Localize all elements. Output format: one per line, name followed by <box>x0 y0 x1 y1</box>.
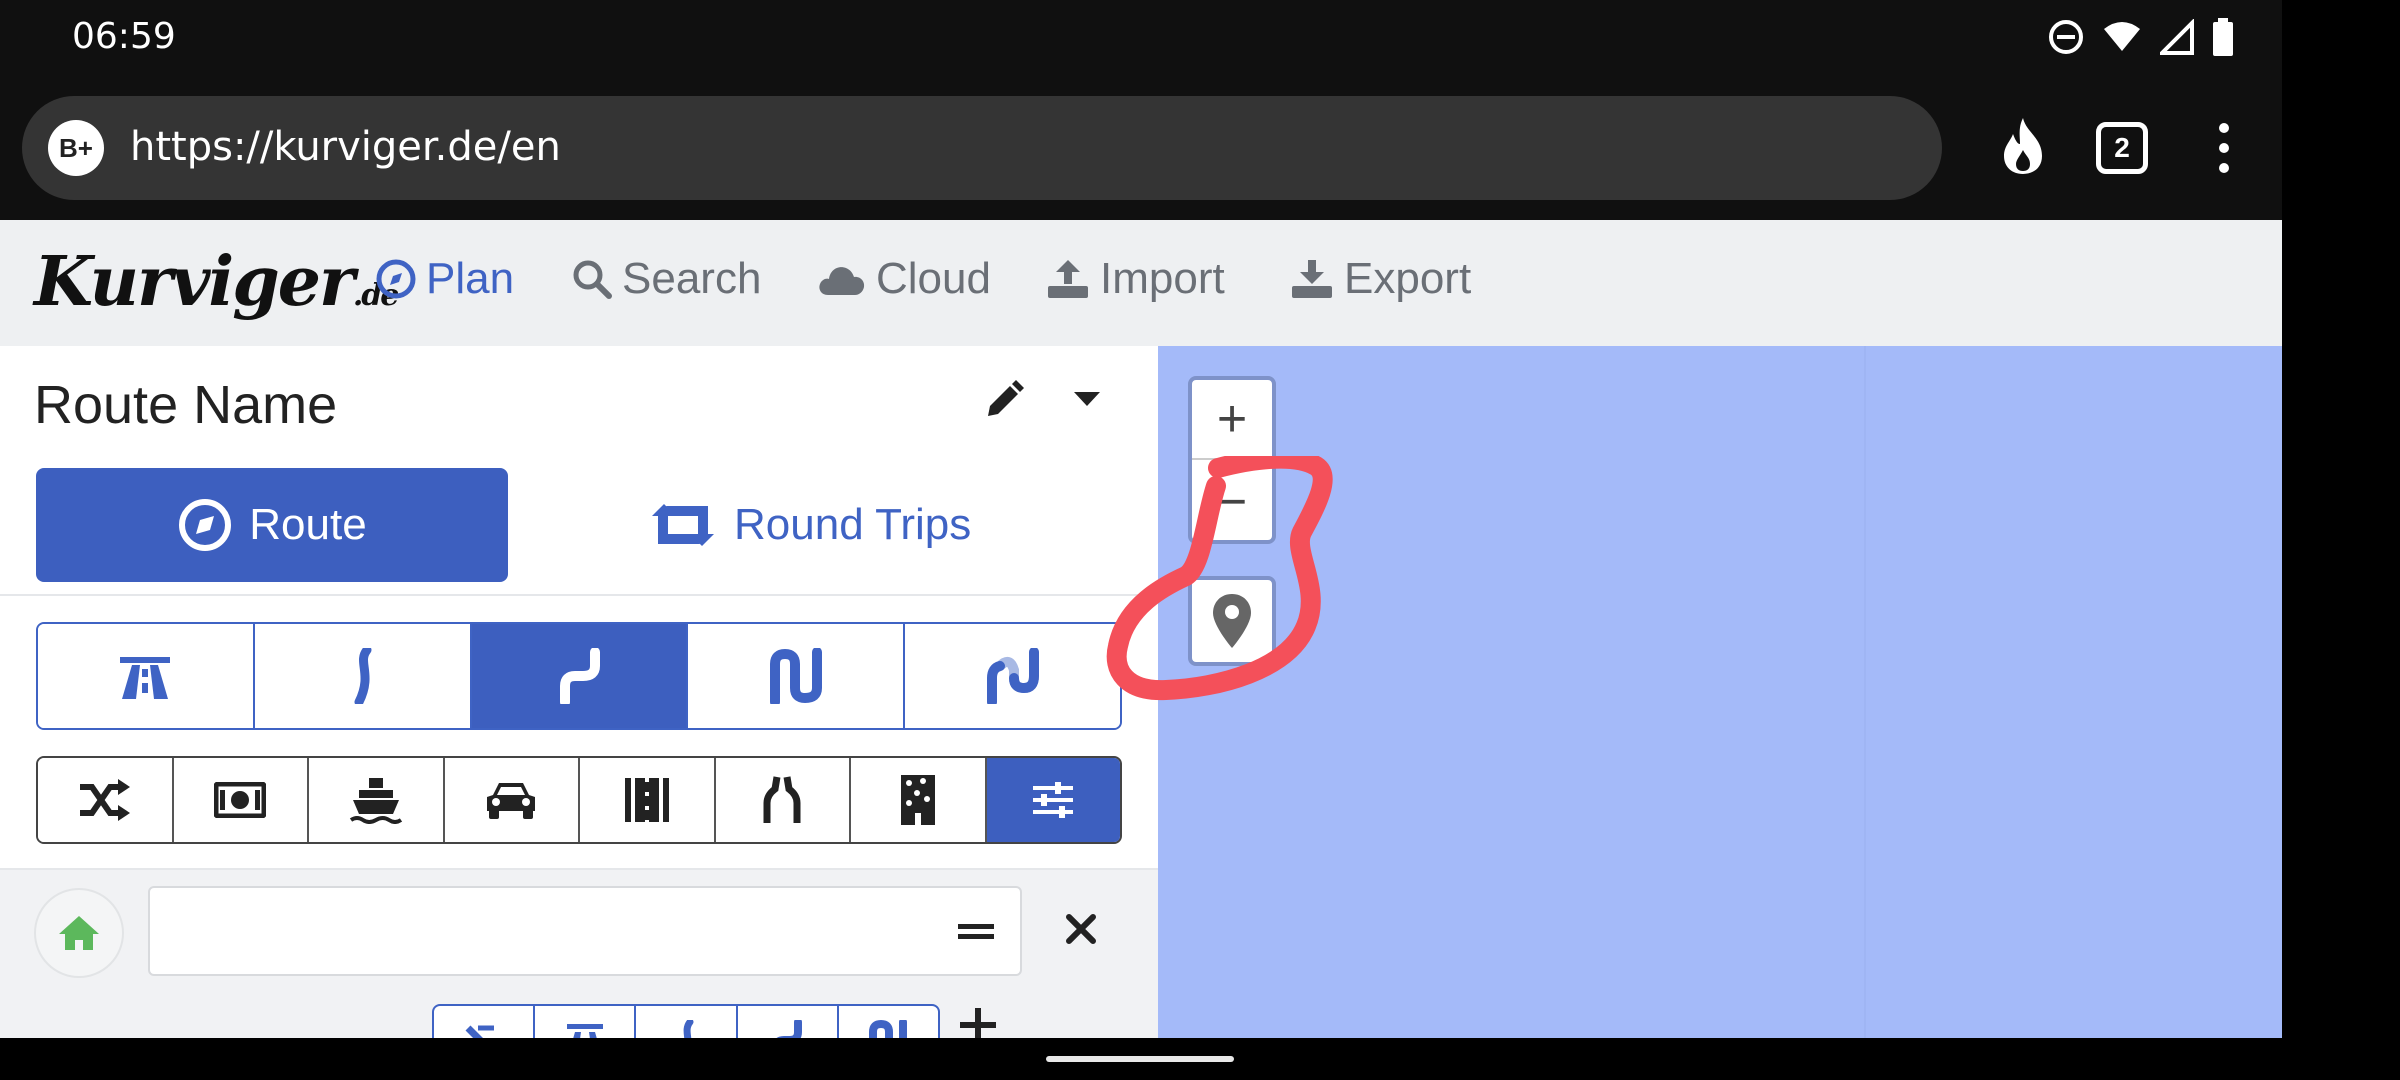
option-narrow-roads[interactable] <box>715 758 851 842</box>
very-curvy-icon <box>769 648 822 704</box>
add-waypoint-icon[interactable] <box>960 1008 996 1042</box>
zoom-out-button[interactable]: − <box>1192 462 1272 542</box>
compass-icon <box>179 499 232 551</box>
shuffle-icon <box>79 779 130 821</box>
extreme-curvy-icon <box>986 648 1039 704</box>
option-vehicle[interactable] <box>444 758 580 842</box>
caret-down-icon[interactable] <box>1072 390 1102 413</box>
drag-handle-icon[interactable] <box>958 922 994 942</box>
map-marker-icon <box>1213 594 1251 648</box>
home-gesture-pill[interactable] <box>1046 1056 1234 1062</box>
wifi-icon <box>2104 22 2140 51</box>
kurviger-logo[interactable]: Kurviger.de <box>34 242 399 322</box>
gesture-bar <box>0 1038 2282 1080</box>
home-icon <box>59 916 99 950</box>
nav-import[interactable]: Import <box>1046 254 1225 304</box>
curviness-option-very-curvy[interactable] <box>688 624 906 728</box>
site-info-icon[interactable]: B+ <box>48 120 104 176</box>
compass-icon <box>376 259 416 299</box>
curviness-selector <box>36 622 1122 730</box>
screen-edge <box>2282 0 2400 1080</box>
cloud-icon <box>819 267 865 295</box>
highway-icon <box>120 657 171 699</box>
download-icon <box>1292 260 1332 298</box>
slight-curve-icon <box>354 648 372 704</box>
curviness-option-curvy[interactable] <box>471 624 689 728</box>
round-trips-button[interactable]: Round Trips <box>650 468 1010 582</box>
nav-search[interactable]: Search <box>572 254 761 304</box>
waypoint-input[interactable] <box>148 886 1022 976</box>
option-more-settings[interactable] <box>986 758 1120 842</box>
status-icons <box>2048 18 2234 56</box>
curviness-option-extreme[interactable] <box>905 624 1120 728</box>
waypoint-list <box>0 868 1158 1064</box>
close-icon[interactable] <box>1066 914 1096 944</box>
map-tile-seam <box>1864 346 1866 1038</box>
panel-divider <box>0 594 1158 596</box>
pencil-icon[interactable] <box>984 380 1024 425</box>
status-bar: 06:59 <box>0 0 2282 72</box>
unpaved-icon <box>900 775 935 825</box>
nav-plan[interactable]: Plan <box>376 254 514 304</box>
do-not-disturb-icon <box>2049 20 2083 54</box>
nav-import-label: Import <box>1100 254 1225 303</box>
nav-cloud[interactable]: Cloud <box>818 254 991 304</box>
nav-search-label: Search <box>622 254 762 303</box>
option-road-type[interactable] <box>580 758 716 842</box>
tabs-button[interactable]: 2 <box>2096 122 2148 174</box>
logo-main-text: Kurviger <box>34 242 355 322</box>
nav-plan-label: Plan <box>426 254 515 303</box>
zoom-control: + − <box>1188 376 1276 544</box>
nav-cloud-label: Cloud <box>876 254 991 303</box>
battery-icon <box>2213 18 2233 56</box>
road-icon <box>624 778 669 822</box>
retweet-icon <box>652 504 714 546</box>
curvy-icon <box>559 648 600 704</box>
narrow-road-icon <box>763 776 801 823</box>
zoom-in-button[interactable]: + <box>1192 380 1272 460</box>
status-time: 06:59 <box>72 16 176 57</box>
signal-icon <box>2160 19 2194 55</box>
toll-icon <box>214 782 267 818</box>
option-avoid-tolls[interactable] <box>173 758 309 842</box>
locate-button[interactable] <box>1188 576 1276 666</box>
home-button[interactable] <box>34 888 124 978</box>
route-mode-button[interactable]: Route <box>36 468 508 582</box>
upload-icon <box>1048 260 1088 298</box>
search-icon <box>573 260 612 299</box>
settings-sliders-icon <box>1033 782 1074 818</box>
address-bar[interactable]: B+ https://kurviger.de/en <box>22 96 1942 200</box>
browser-toolbar: B+ https://kurviger.de/en 2 <box>0 72 2282 220</box>
curviness-option-slight[interactable] <box>254 624 472 728</box>
route-options-toolbar <box>36 756 1122 844</box>
route-mode-label: Route <box>249 500 367 549</box>
nav-export-label: Export <box>1344 254 1472 303</box>
kurviger-app: Kurviger.de Plan Search Cloud Import Exp… <box>0 220 2282 1064</box>
route-name-title: Route Name <box>34 375 338 435</box>
more-vert-icon[interactable] <box>2212 122 2236 179</box>
url-text[interactable]: https://kurviger.de/en <box>130 124 561 170</box>
fire-icon[interactable] <box>1996 116 2050 181</box>
option-avoid-ferries[interactable] <box>309 758 445 842</box>
car-icon <box>487 783 536 819</box>
option-unpaved[interactable] <box>851 758 987 842</box>
top-navigation: Kurviger.de Plan Search Cloud Import Exp… <box>0 220 2282 346</box>
nav-export[interactable]: Export <box>1290 254 1471 304</box>
map-view[interactable]: + − <box>1106 346 2282 1038</box>
curviness-option-fastest[interactable] <box>38 624 255 728</box>
ferry-icon <box>349 778 402 824</box>
option-shuffle[interactable] <box>38 758 174 842</box>
round-trips-label: Round Trips <box>734 500 972 549</box>
route-panel: Route Name Route Round Trips <box>0 346 1158 1064</box>
